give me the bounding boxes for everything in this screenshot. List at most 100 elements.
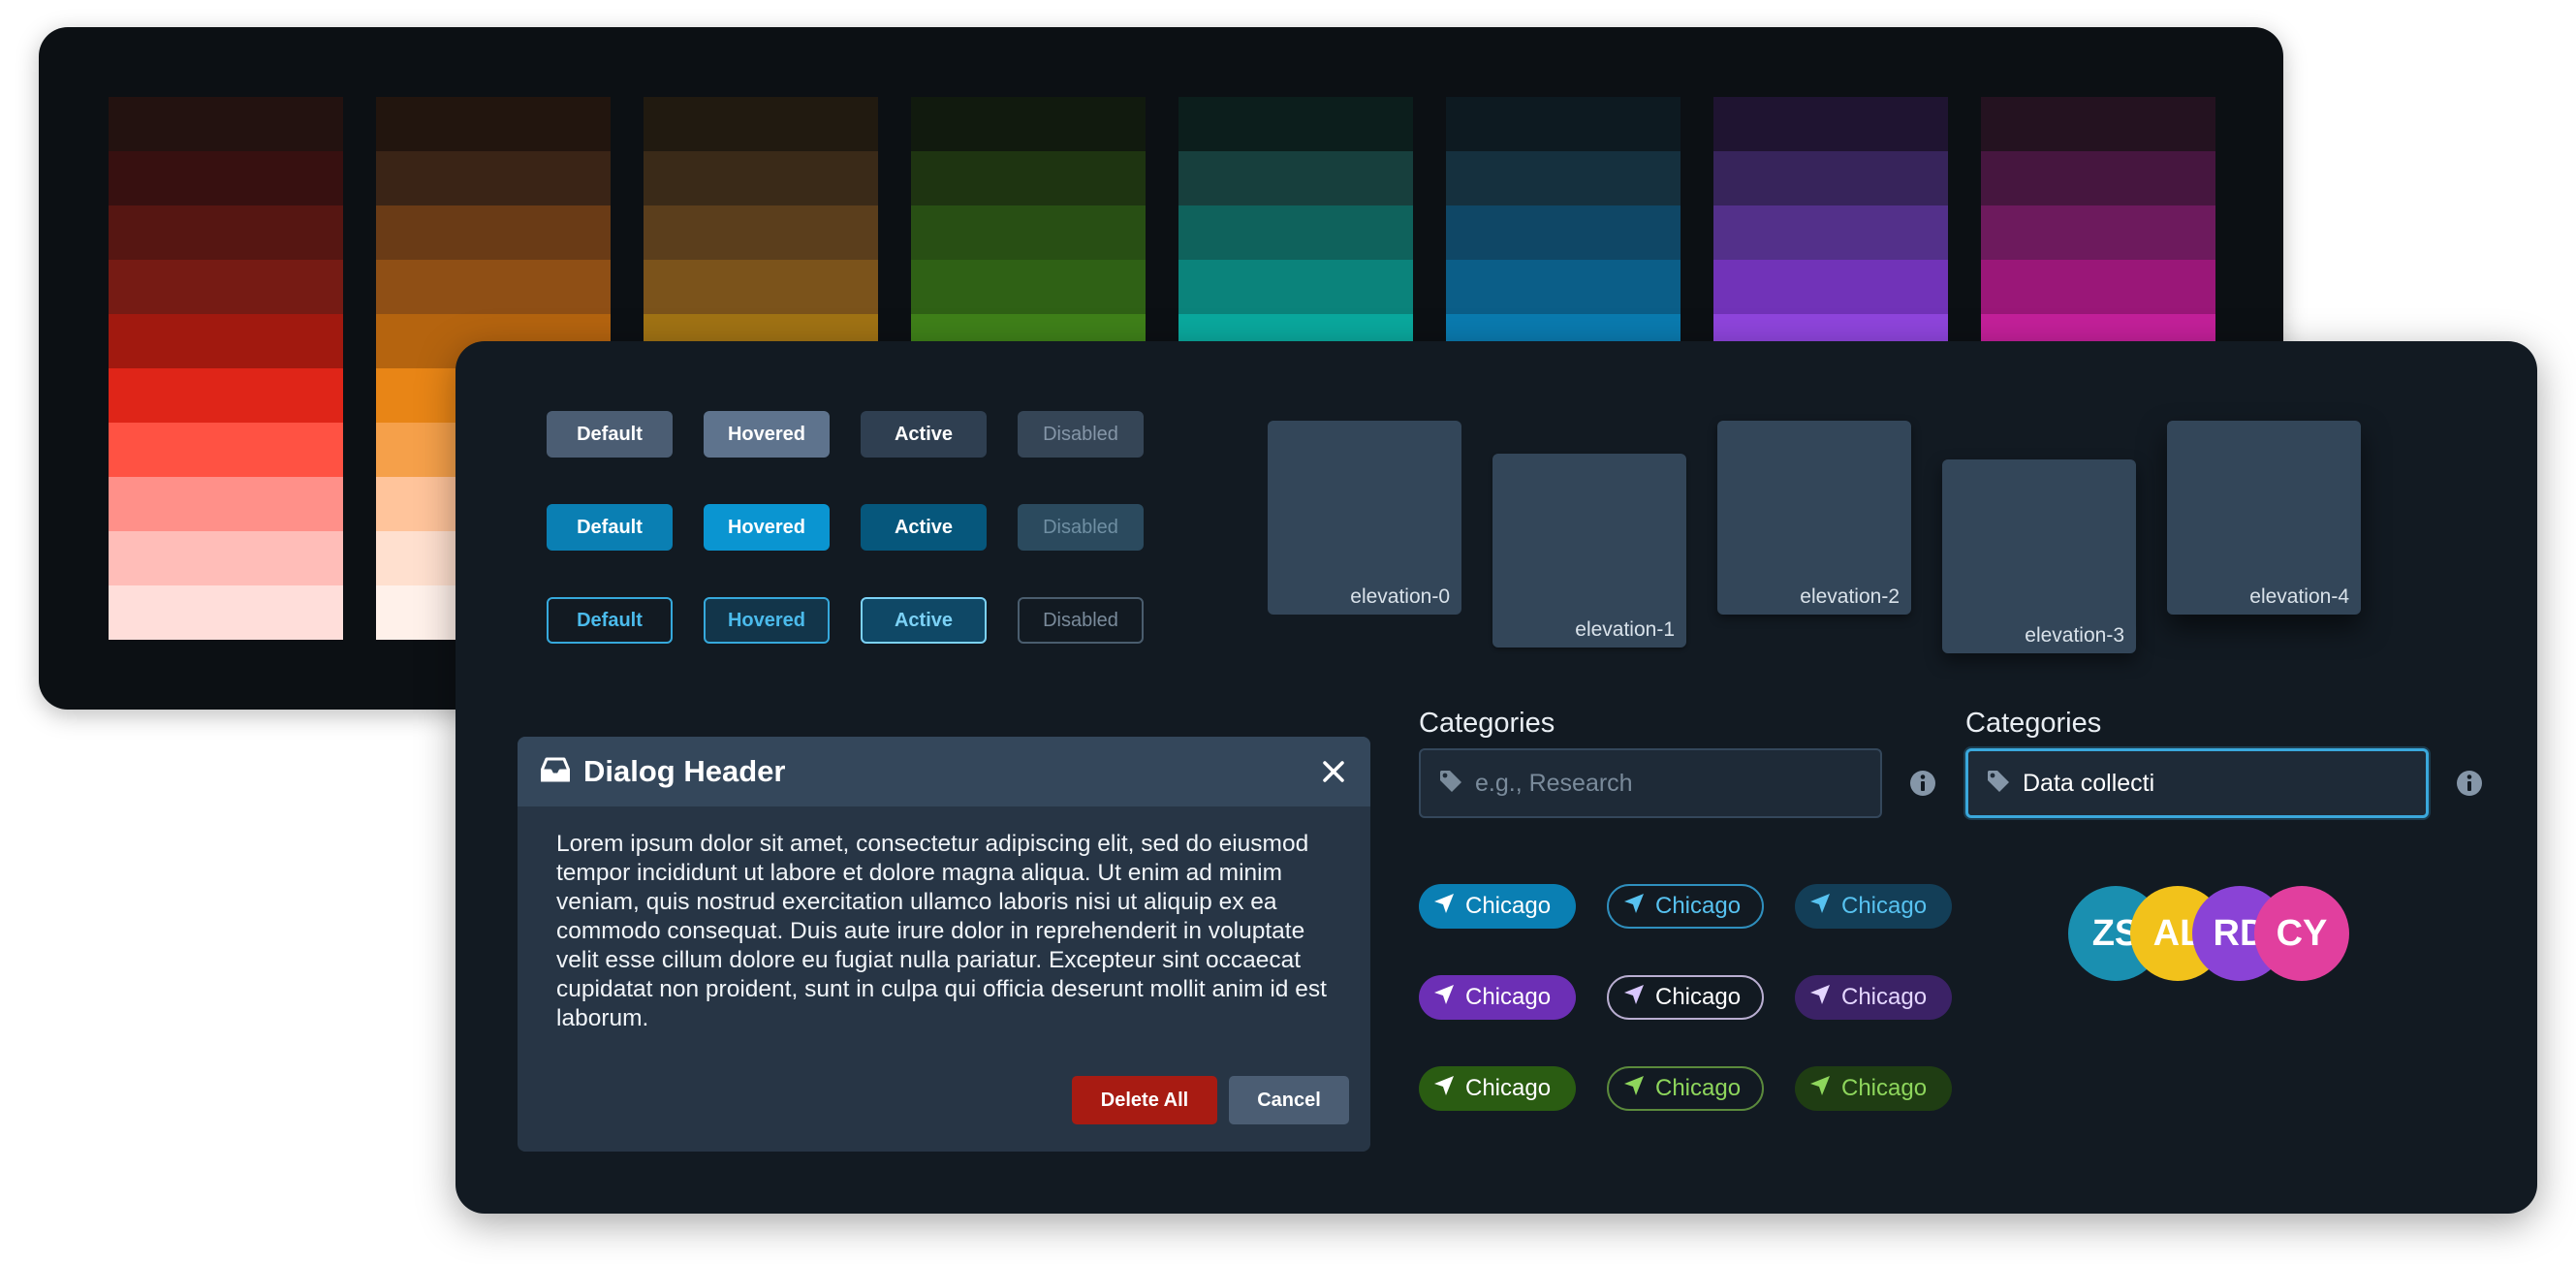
swatch-pink-0	[1981, 97, 2215, 151]
tag-green-subtle[interactable]: Chicago	[1795, 1066, 1952, 1111]
blue-disabled-button: Disabled	[1018, 504, 1144, 551]
inbox-icon	[540, 756, 571, 788]
tag-label: Chicago	[1841, 893, 1928, 919]
tag-purple-solid[interactable]: Chicago	[1419, 975, 1576, 1020]
swatch-red-2	[109, 205, 343, 260]
elevation-label: elevation-0	[1350, 585, 1450, 608]
blue-default-button[interactable]: Default	[547, 504, 673, 551]
swatch-red-0	[109, 97, 343, 151]
swatch-red-8	[109, 531, 343, 585]
outline-default-button[interactable]: Default	[547, 597, 673, 644]
elevation-label: elevation-1	[1575, 618, 1675, 641]
location-arrow-icon	[1808, 1074, 1841, 1104]
categories-value-input[interactable]	[2023, 769, 2410, 798]
categories-label: Categories	[1419, 708, 1555, 739]
swatch-orange-2	[376, 205, 611, 260]
info-icon[interactable]	[2456, 770, 2483, 797]
gray-hovered-button[interactable]: Hovered	[704, 411, 830, 458]
location-arrow-icon	[1622, 983, 1655, 1013]
swatch-orange-0	[376, 97, 611, 151]
categories-input-empty[interactable]	[1419, 748, 1882, 818]
swatch-purple-0	[1713, 97, 1948, 151]
swatch-pink-2	[1981, 205, 2215, 260]
avatar[interactable]: CY	[2254, 886, 2349, 981]
tag-label: Chicago	[1655, 984, 1742, 1010]
categories-input-focused[interactable]	[1965, 748, 2429, 818]
swatch-purple-3	[1713, 260, 1948, 314]
swatch-blue-3	[1446, 260, 1681, 314]
location-arrow-icon	[1622, 1074, 1655, 1104]
elevation-card-1: elevation-1	[1492, 454, 1686, 648]
delete-all-button[interactable]: Delete All	[1072, 1076, 1217, 1124]
swatch-red-7	[109, 477, 343, 531]
tag-label: Chicago	[1465, 984, 1552, 1010]
elevation-label: elevation-2	[1800, 585, 1900, 608]
location-arrow-icon	[1432, 892, 1465, 922]
swatch-purple-2	[1713, 205, 1948, 260]
swatch-purple-1	[1713, 151, 1948, 205]
swatch-red-6	[109, 423, 343, 477]
swatch-orange-3	[376, 260, 611, 314]
location-arrow-icon	[1808, 983, 1841, 1013]
swatch-red-5	[109, 368, 343, 423]
outline-disabled-button: Disabled	[1018, 597, 1144, 644]
tag-label: Chicago	[1841, 1075, 1928, 1101]
tag-green-outline[interactable]: Chicago	[1607, 1066, 1764, 1111]
swatch-amber-0	[644, 97, 878, 151]
swatch-green-2	[911, 205, 1146, 260]
tag-label: Chicago	[1465, 1075, 1552, 1101]
tag-label: Chicago	[1841, 984, 1928, 1010]
elevation-label: elevation-3	[2025, 624, 2124, 647]
swatch-blue-1	[1446, 151, 1681, 205]
swatch-teal-1	[1178, 151, 1413, 205]
tag-blue-outline[interactable]: Chicago	[1607, 884, 1764, 929]
categories-search-input[interactable]	[1475, 769, 1863, 798]
tag-green-solid[interactable]: Chicago	[1419, 1066, 1576, 1111]
elevation-card-2: elevation-2	[1717, 421, 1911, 615]
location-arrow-icon	[1808, 892, 1841, 922]
cancel-button[interactable]: Cancel	[1229, 1076, 1349, 1124]
elevation-card-0: elevation-0	[1268, 421, 1461, 615]
close-icon[interactable]	[1320, 758, 1347, 785]
tag-purple-subtle[interactable]: Chicago	[1795, 975, 1952, 1020]
swatch-red-3	[109, 260, 343, 314]
swatch-amber-2	[644, 205, 878, 260]
swatch-teal-0	[1178, 97, 1413, 151]
swatch-red-1	[109, 151, 343, 205]
elevation-card-4: elevation-4	[2167, 421, 2361, 615]
gray-disabled-button: Disabled	[1018, 411, 1144, 458]
tag-blue-solid[interactable]: Chicago	[1419, 884, 1576, 929]
swatch-green-3	[911, 260, 1146, 314]
components-panel: Default Hovered Active Disabled Default …	[456, 341, 2537, 1214]
tag-blue-subtle[interactable]: Chicago	[1795, 884, 1952, 929]
location-arrow-icon	[1432, 1074, 1465, 1104]
swatch-pink-1	[1981, 151, 2215, 205]
swatch-blue-2	[1446, 205, 1681, 260]
gray-active-button[interactable]: Active	[861, 411, 987, 458]
palette-column-red	[109, 97, 343, 640]
location-arrow-icon	[1432, 983, 1465, 1013]
info-icon[interactable]	[1909, 770, 1936, 797]
gray-default-button[interactable]: Default	[547, 411, 673, 458]
swatch-amber-3	[644, 260, 878, 314]
blue-active-button[interactable]: Active	[861, 504, 987, 551]
tag-purple-outline[interactable]: Chicago	[1607, 975, 1764, 1020]
blue-hovered-button[interactable]: Hovered	[704, 504, 830, 551]
dialog-header: Dialog Header	[518, 737, 1370, 806]
dialog-title: Dialog Header	[583, 754, 786, 788]
outline-hovered-button[interactable]: Hovered	[704, 597, 830, 644]
outline-active-button[interactable]: Active	[861, 597, 987, 644]
elevation-label: elevation-4	[2249, 585, 2349, 608]
tag-label: Chicago	[1655, 1075, 1742, 1101]
swatch-red-9	[109, 585, 343, 640]
tag-label: Chicago	[1465, 893, 1552, 919]
dialog: Dialog Header Lorem ipsum dolor sit amet…	[518, 737, 1370, 1152]
swatch-pink-3	[1981, 260, 2215, 314]
swatch-teal-2	[1178, 205, 1413, 260]
swatch-blue-0	[1446, 97, 1681, 151]
swatch-amber-1	[644, 151, 878, 205]
categories-label-focused: Categories	[1965, 708, 2102, 739]
elevation-card-3: elevation-3	[1942, 459, 2136, 653]
tag-label: Chicago	[1655, 893, 1742, 919]
tag-icon	[1438, 769, 1463, 799]
